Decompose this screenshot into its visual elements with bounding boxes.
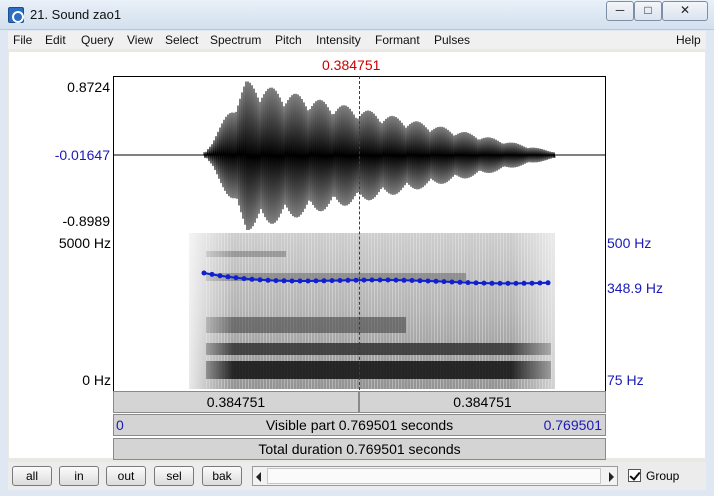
waveform-min-label: -0.8989 xyxy=(62,213,110,229)
menu-bar: File Edit Query View Select Spectrum Pit… xyxy=(8,31,706,49)
group-checkbox-label: Group xyxy=(646,469,680,483)
waveform-max-label: 0.8724 xyxy=(67,79,110,95)
pitch-point xyxy=(345,277,351,283)
left-segment-bar[interactable]: 0.384751 xyxy=(113,391,359,413)
pitch-point xyxy=(361,277,367,283)
cursor-line xyxy=(359,76,360,390)
pitch-point xyxy=(489,280,495,286)
zoom-out-button[interactable]: out xyxy=(106,466,146,486)
pitch-point xyxy=(353,277,359,283)
pitch-point xyxy=(441,279,447,285)
menu-pulses[interactable]: Pulses xyxy=(434,33,470,47)
maximize-button[interactable]: □ xyxy=(634,1,662,21)
scroll-right-arrow-icon[interactable] xyxy=(609,472,614,482)
pitch-point xyxy=(337,278,343,283)
pitch-point xyxy=(521,280,527,286)
pitch-point xyxy=(249,276,255,282)
pitch-point xyxy=(297,278,303,284)
window-title: 21. Sound zao1 xyxy=(30,7,122,22)
pitch-point xyxy=(529,280,535,286)
pitch-point xyxy=(377,277,383,283)
pitch-point xyxy=(481,280,487,286)
menu-query[interactable]: Query xyxy=(81,33,114,47)
minimize-button[interactable]: ─ xyxy=(606,1,634,21)
left-segment-duration: 0.384751 xyxy=(206,394,266,410)
visible-end-time: 0.769501 xyxy=(543,417,602,433)
pitch-point xyxy=(233,275,239,281)
pitch-point xyxy=(385,277,391,283)
menu-spectrum[interactable]: Spectrum xyxy=(210,33,261,47)
pitch-point xyxy=(201,270,207,276)
menu-pitch[interactable]: Pitch xyxy=(275,33,302,47)
pitch-point xyxy=(457,279,463,285)
pitch-point xyxy=(401,277,407,283)
pitch-point xyxy=(537,280,543,286)
zoom-selection-button[interactable]: sel xyxy=(154,466,194,486)
pitch-point xyxy=(465,280,471,286)
total-duration-label: Total duration 0.769501 seconds xyxy=(258,441,461,457)
total-duration-bar[interactable]: Total duration 0.769501 seconds xyxy=(113,438,606,460)
title-bar: 21. Sound zao1 ─ □ ✕ xyxy=(0,0,714,30)
zoom-back-button[interactable]: bak xyxy=(202,466,242,486)
menu-formant[interactable]: Formant xyxy=(375,33,420,47)
visible-part-bar[interactable]: 0 Visible part 0.769501 seconds 0.769501 xyxy=(113,414,606,436)
pitch-point xyxy=(513,280,519,286)
pitch-point xyxy=(265,277,271,283)
menu-view[interactable]: View xyxy=(127,33,153,47)
group-checkbox[interactable] xyxy=(628,469,641,482)
pitch-point xyxy=(497,280,503,286)
pitch-point xyxy=(449,279,455,285)
pitch-point xyxy=(217,273,223,279)
pitch-point xyxy=(281,278,287,284)
praat-app-icon xyxy=(8,7,24,23)
pitch-point xyxy=(417,278,423,284)
zoom-all-button[interactable]: all xyxy=(12,466,52,486)
menu-select[interactable]: Select xyxy=(165,33,198,47)
pitch-point xyxy=(313,278,319,284)
pitch-point xyxy=(209,271,215,277)
pitch-point xyxy=(393,277,399,283)
pitch-point xyxy=(369,277,375,283)
pitch-point xyxy=(305,278,311,284)
menu-help[interactable]: Help xyxy=(676,33,701,47)
pitch-point xyxy=(321,278,327,284)
pitch-point xyxy=(409,278,415,283)
menu-file[interactable]: File xyxy=(13,33,32,47)
pitch-point xyxy=(425,278,431,284)
cursor-time-label: 0.384751 xyxy=(322,57,381,73)
pitch-top-label: 500 Hz xyxy=(607,235,652,251)
time-scrollbar[interactable] xyxy=(252,466,618,486)
menu-intensity[interactable]: Intensity xyxy=(316,33,361,47)
pitch-point xyxy=(433,278,439,284)
right-segment-duration: 0.384751 xyxy=(453,394,512,410)
pitch-bottom-label: 75 Hz xyxy=(607,372,644,388)
pitch-point xyxy=(505,280,511,286)
pitch-point xyxy=(241,276,247,282)
pitch-point xyxy=(257,277,263,283)
pitch-point xyxy=(473,280,479,286)
spectrogram-bottom-freq-label: 0 Hz xyxy=(82,372,111,388)
spectrogram-top-freq-label: 5000 Hz xyxy=(58,235,111,251)
menu-edit[interactable]: Edit xyxy=(45,33,66,47)
pitch-point xyxy=(545,280,551,286)
pitch-value-label: 348.9 Hz xyxy=(607,280,664,296)
scrollbar-thumb[interactable] xyxy=(267,468,601,484)
zoom-in-button[interactable]: in xyxy=(59,466,99,486)
scroll-left-arrow-icon[interactable] xyxy=(256,472,261,482)
pitch-point xyxy=(289,278,295,284)
pitch-point xyxy=(329,278,335,284)
waveform-zero-label: -0.01647 xyxy=(54,147,110,163)
close-button[interactable]: ✕ xyxy=(662,1,708,21)
visible-part-label: Visible part 0.769501 seconds xyxy=(265,417,454,433)
right-segment-bar[interactable]: 0.384751 xyxy=(359,391,606,413)
pitch-point xyxy=(273,278,279,284)
pitch-point xyxy=(225,274,231,280)
